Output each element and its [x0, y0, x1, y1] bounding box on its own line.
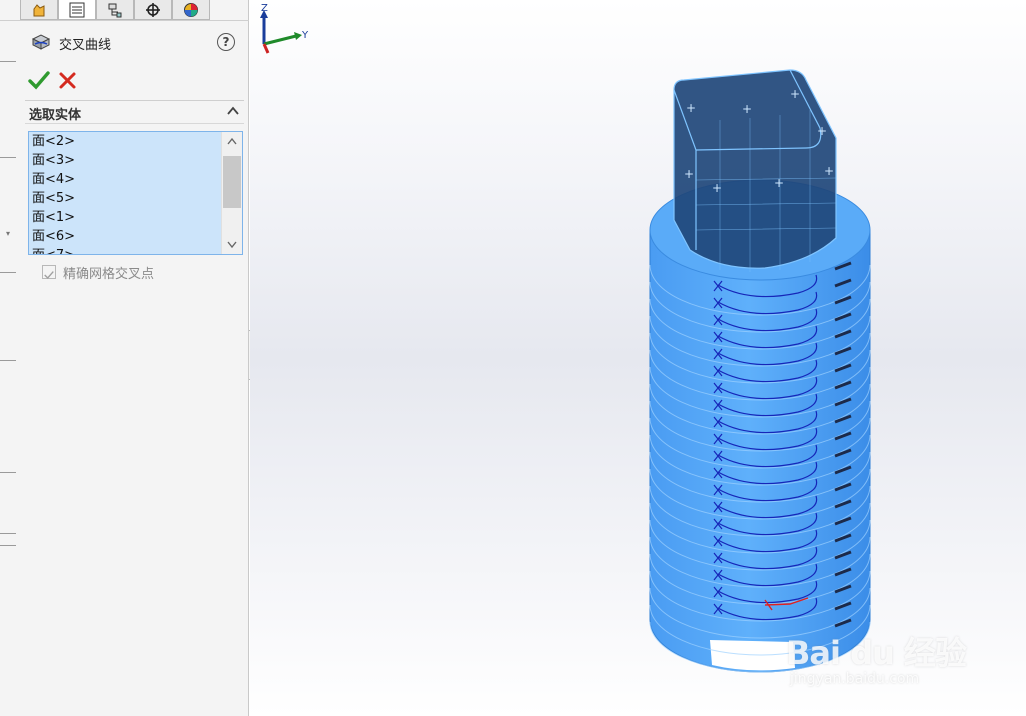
help-icon[interactable]: ? [217, 33, 235, 51]
feature-title: 交叉曲线 [59, 38, 112, 53]
tab-property-manager[interactable] [58, 0, 96, 20]
panel-tick [0, 360, 16, 361]
panel-tick [0, 533, 16, 534]
view-triad[interactable]: Z Y [250, 0, 320, 54]
tab-dimxpert-manager[interactable] [134, 0, 172, 20]
panel-tick [0, 157, 16, 158]
panel-tick [0, 545, 16, 546]
panel-tick [0, 61, 16, 62]
chevron-up-icon[interactable] [227, 137, 237, 145]
checkbox-label: 精确网格交叉点 [63, 267, 155, 282]
list-scrollbar[interactable] [221, 132, 242, 254]
list-item[interactable]: 面<2> [29, 132, 242, 151]
svg-text:+: + [790, 87, 800, 101]
svg-text:+: + [742, 102, 752, 116]
svg-text:+: + [817, 124, 827, 138]
checkmark-icon [44, 271, 54, 280]
svg-text:+: + [686, 101, 696, 115]
exact-mesh-intersection-checkbox[interactable] [42, 265, 56, 280]
watermark-url: jingyan.baidu.com [790, 671, 920, 687]
square-tube[interactable]: + + + + + + + + [673, 69, 837, 272]
svg-text:+: + [774, 176, 784, 190]
tab-feature-manager[interactable] [20, 0, 58, 20]
chevron-down-icon[interactable] [227, 241, 237, 249]
display-manager-icon [184, 2, 198, 17]
list-item[interactable]: 面<4> [29, 170, 242, 189]
tab-configuration-manager[interactable] [96, 0, 134, 20]
list-item[interactable]: 面<1> [29, 208, 242, 227]
property-manager-icon [69, 2, 85, 17]
panel-tick [0, 472, 16, 473]
close-icon [59, 72, 76, 89]
model-view[interactable]: + + + + + + + + [250, 0, 1026, 716]
list-item[interactable]: 面<7> [29, 246, 242, 254]
checkmark-icon [28, 71, 50, 90]
watermark-logo: Bai du 经验 [786, 634, 967, 672]
panel-tick [0, 272, 16, 273]
list-item[interactable]: 面<5> [29, 189, 242, 208]
cancel-button[interactable] [58, 71, 77, 90]
scrollbar-thumb[interactable] [223, 156, 241, 208]
svg-text:+: + [684, 167, 694, 181]
feature-manager-icon [33, 3, 45, 16]
tab-divider [0, 20, 249, 21]
graphics-viewport[interactable]: + + + + + + + + Z Y Bai du 经验 jingyan.ba… [250, 0, 1026, 716]
svg-text:+: + [824, 164, 834, 178]
configuration-manager-icon [108, 3, 122, 17]
selected-entities-list[interactable]: 面<2> 面<3> 面<4> 面<5> 面<1> 面<6> 面<7> [28, 131, 243, 255]
ok-button[interactable] [28, 70, 50, 90]
intersection-curve-icon [31, 34, 51, 50]
caret-down-icon: ▾ [6, 229, 11, 238]
list-item[interactable]: 面<3> [29, 151, 242, 170]
chevron-up-icon[interactable] [226, 104, 240, 118]
manager-tabs [20, 0, 210, 20]
list-item[interactable]: 面<6> [29, 227, 242, 246]
tab-display-manager[interactable] [172, 0, 210, 20]
select-entities-section-header[interactable]: 选取实体 [25, 100, 244, 124]
triad-y-label: Y [301, 30, 309, 41]
dimxpert-icon [146, 2, 160, 17]
svg-text:+: + [712, 181, 722, 195]
property-manager-panel: 交叉曲线 ? 选取实体 面<2> 面<3> 面<4> 面<5> 面<1> 面<6… [0, 0, 249, 716]
section-title: 选取实体 [29, 108, 82, 123]
